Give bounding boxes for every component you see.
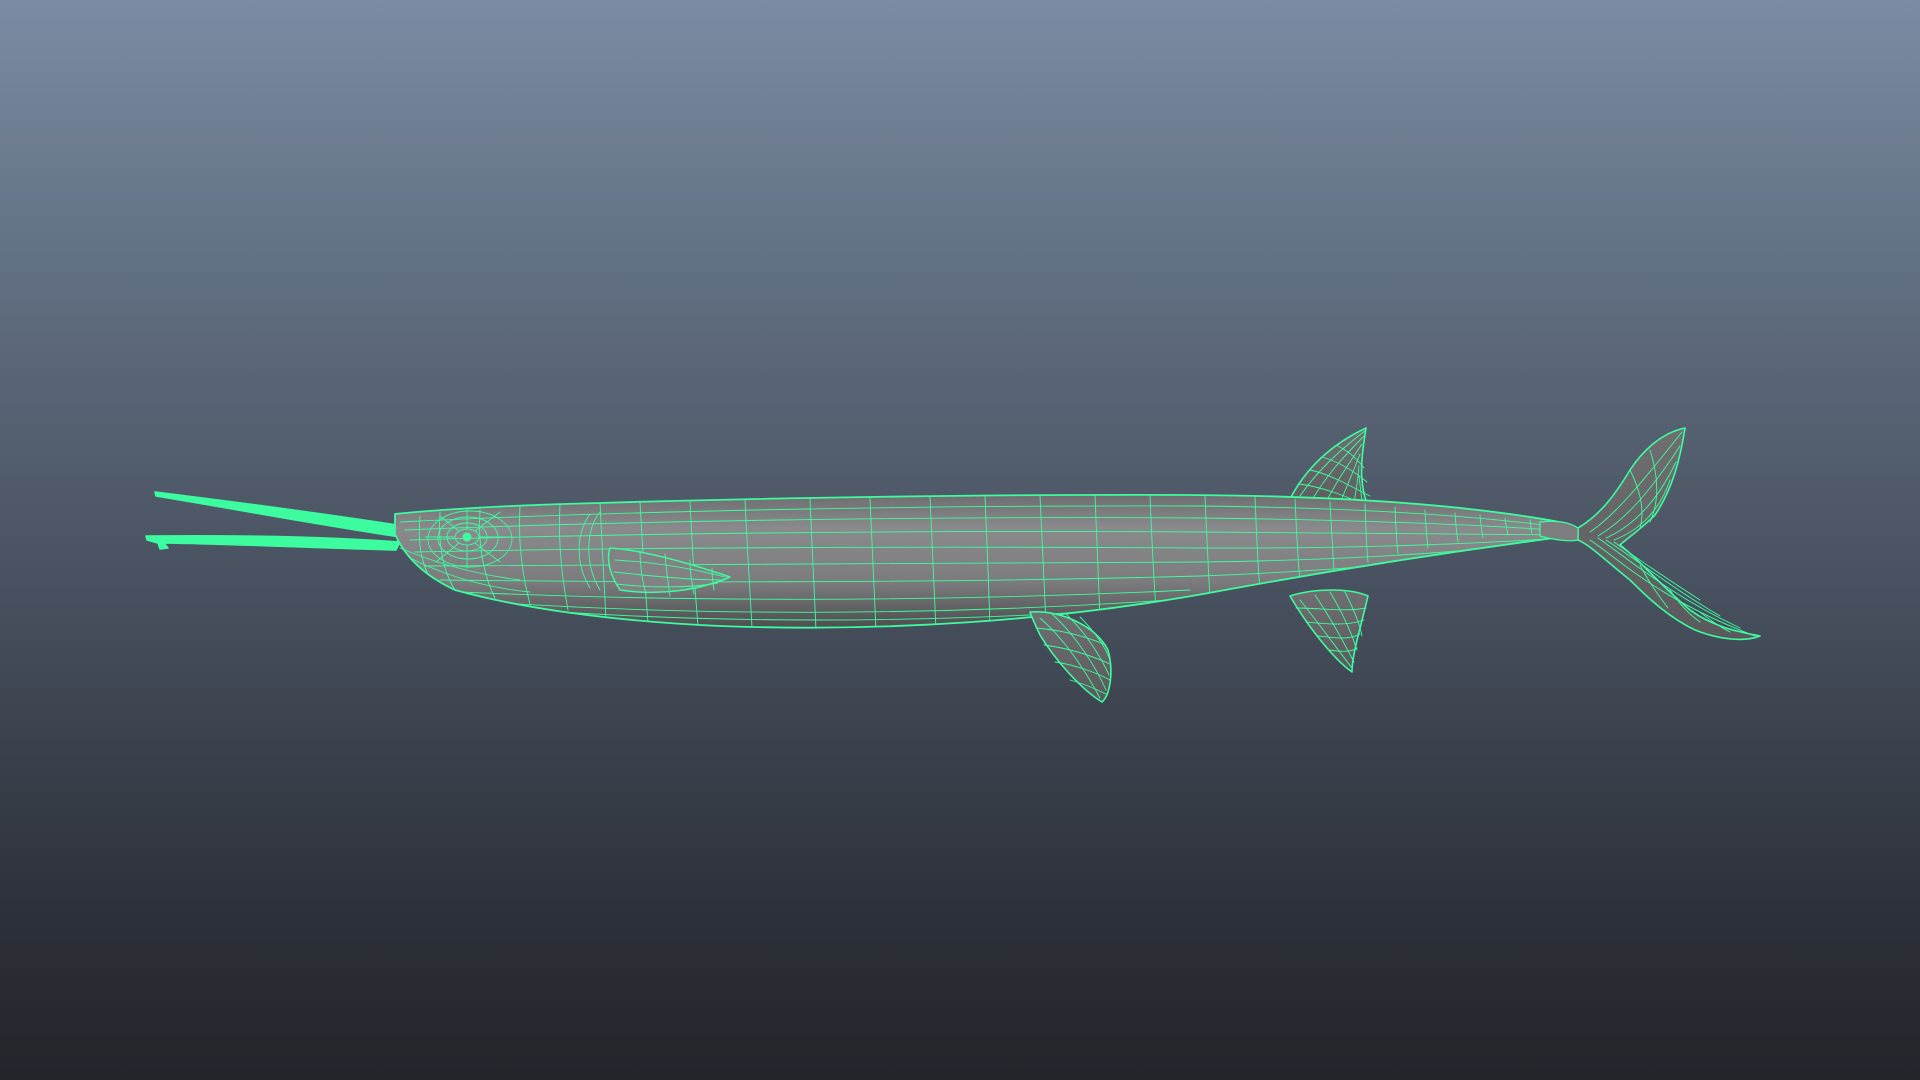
lower-bill[interactable] [145,535,401,551]
fish-model[interactable] [145,427,1761,703]
caudal-keel[interactable] [1539,520,1579,542]
pelvic-fin[interactable] [1029,611,1112,703]
tail-fin[interactable] [1577,427,1761,641]
anal-fin[interactable] [1289,589,1369,673]
3d-viewport[interactable] [0,0,1920,1080]
upper-bill[interactable] [154,491,411,538]
model-canvas[interactable] [0,0,1920,1080]
fish-body[interactable] [394,493,1586,631]
